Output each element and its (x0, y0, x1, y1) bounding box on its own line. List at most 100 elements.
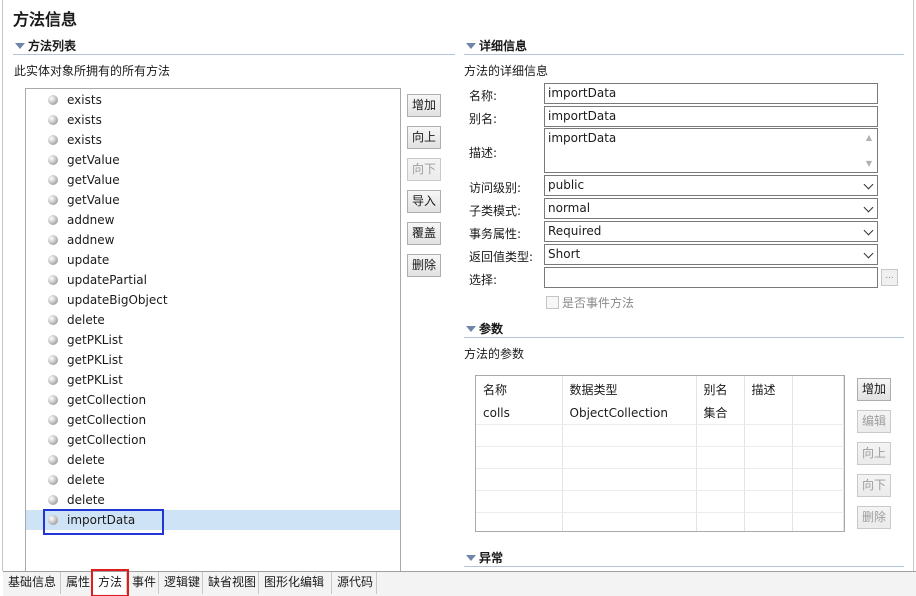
import-method-button[interactable]: 导入 (407, 190, 441, 213)
method-bullet-icon (48, 135, 58, 145)
method-list-item[interactable]: getPKList (26, 350, 400, 370)
transaction-select[interactable]: Required (544, 221, 878, 242)
table-row-empty (476, 512, 844, 531)
table-row-empty (476, 446, 844, 469)
description-textarea[interactable]: importData ▲ ▼ (544, 128, 878, 173)
method-list-header[interactable]: 方法列表 (13, 37, 455, 55)
method-list-item[interactable]: delete (26, 470, 400, 490)
detail-header[interactable]: 详细信息 (464, 37, 904, 55)
method-list-item[interactable]: getPKList (26, 370, 400, 390)
collapse-triangle-icon[interactable] (466, 555, 476, 561)
textarea-scrollbar[interactable]: ▲ ▼ (863, 131, 875, 170)
method-list-item[interactable]: getCollection (26, 430, 400, 450)
method-bullet-icon (48, 335, 58, 345)
method-name: delete (67, 473, 105, 487)
method-name: addnew (67, 233, 115, 247)
method-name: exists (67, 133, 102, 147)
choose-field[interactable] (544, 267, 878, 288)
tab-graphical-edit[interactable]: 图形化编辑 (259, 572, 332, 594)
method-list-item[interactable]: updatePartial (26, 270, 400, 290)
method-bullet-icon (48, 435, 58, 445)
method-name: updatePartial (67, 273, 147, 287)
method-list-item[interactable]: delete (26, 310, 400, 330)
return-type-label: 返回值类型: (469, 250, 534, 264)
column-header-name[interactable]: 名称 (476, 376, 563, 402)
chevron-down-icon[interactable] (863, 248, 874, 259)
move-down-method-button[interactable]: 向下 (407, 158, 441, 181)
method-bullet-icon (48, 155, 58, 165)
method-list-item[interactable]: getCollection (26, 410, 400, 430)
move-down-param-button[interactable]: 向下 (857, 474, 891, 497)
method-list-item[interactable]: addnew (26, 230, 400, 250)
tab-source-code[interactable]: 源代码 (332, 572, 377, 594)
access-level-select[interactable]: public (544, 175, 878, 196)
method-bullet-icon (48, 195, 58, 205)
method-list-item[interactable]: importData (26, 509, 400, 535)
delete-method-button[interactable]: 删除 (407, 254, 441, 277)
add-param-button[interactable]: 增加 (857, 378, 891, 401)
event-method-option[interactable]: 是否事件方法 (546, 294, 634, 311)
method-name: delete (67, 453, 105, 467)
frame-border (2, 0, 3, 571)
method-list-item[interactable]: getValue (26, 170, 400, 190)
method-list-item[interactable]: delete (26, 450, 400, 470)
method-list-item[interactable]: exists (26, 130, 400, 150)
override-method-button[interactable]: 覆盖 (407, 222, 441, 245)
param-desc-cell[interactable] (744, 402, 793, 425)
column-header-type[interactable]: 数据类型 (562, 376, 697, 402)
chevron-down-icon[interactable] (863, 202, 874, 213)
move-up-param-button[interactable]: 向上 (857, 442, 891, 465)
method-list-item[interactable]: getValue (26, 190, 400, 210)
params-table[interactable]: 名称 数据类型 别名 描述 colls ObjectCollection 集合 (475, 375, 845, 532)
collapse-triangle-icon[interactable] (466, 326, 476, 332)
column-header-desc[interactable]: 描述 (744, 376, 793, 402)
method-list-item[interactable]: getCollection (26, 390, 400, 410)
params-header[interactable]: 参数 (464, 320, 904, 338)
exception-header[interactable]: 异常 (464, 549, 904, 567)
method-list-item[interactable]: update (26, 250, 400, 270)
method-list-item[interactable]: exists (26, 110, 400, 130)
column-header-alias[interactable]: 别名 (696, 376, 745, 402)
chevron-down-icon[interactable] (863, 179, 874, 190)
method-bullet-icon (48, 215, 58, 225)
tab-attributes[interactable]: 属性 (61, 572, 93, 594)
param-alias-cell[interactable]: 集合 (696, 402, 745, 425)
edit-param-button[interactable]: 编辑 (857, 410, 891, 433)
tab-events[interactable]: 事件 (127, 572, 159, 594)
browse-button[interactable]: ... (881, 269, 898, 286)
name-field[interactable]: importData (544, 83, 878, 104)
method-bullet-icon (48, 315, 58, 325)
method-list-item[interactable]: updateBigObject (26, 290, 400, 310)
chevron-down-icon[interactable] (863, 225, 874, 236)
delete-param-button[interactable]: 删除 (857, 506, 891, 529)
tab-basic-info[interactable]: 基础信息 (3, 572, 61, 594)
method-list-item[interactable]: delete (26, 490, 400, 510)
param-type-cell[interactable]: ObjectCollection (562, 402, 697, 425)
method-list-item[interactable]: getPKList (26, 330, 400, 350)
add-method-button[interactable]: 增加 (407, 94, 441, 117)
collapse-triangle-icon[interactable] (15, 43, 25, 49)
detail-description: 方法的详细信息 (464, 64, 549, 78)
tab-logic-keys[interactable]: 逻辑键 (159, 572, 203, 594)
collapse-triangle-icon[interactable] (466, 43, 476, 49)
method-list-item[interactable]: getValue (26, 150, 400, 170)
table-row-empty (476, 424, 844, 447)
column-header-empty (792, 376, 844, 402)
tab-methods[interactable]: 方法 (91, 569, 129, 596)
event-method-checkbox[interactable] (546, 296, 559, 309)
method-bullet-icon (48, 275, 58, 285)
move-up-method-button[interactable]: 向上 (407, 126, 441, 149)
method-list-item[interactable]: addnew (26, 210, 400, 230)
param-name-cell[interactable]: colls (476, 402, 563, 425)
method-list[interactable]: exists exists exists getValue getValue getVal… (25, 88, 401, 572)
subclass-mode-select[interactable]: normal (544, 198, 878, 219)
return-type-select[interactable]: Short (544, 244, 878, 265)
description-text: importData (548, 131, 617, 145)
table-row[interactable]: colls ObjectCollection 集合 (476, 402, 844, 425)
subclass-mode-label: 子类模式: (469, 204, 522, 218)
alias-field[interactable]: importData (544, 106, 878, 127)
method-list-item[interactable]: exists (26, 90, 400, 110)
tab-default-view[interactable]: 缺省视图 (203, 572, 259, 594)
method-name: addnew (67, 213, 115, 227)
method-name: getCollection (67, 393, 147, 407)
